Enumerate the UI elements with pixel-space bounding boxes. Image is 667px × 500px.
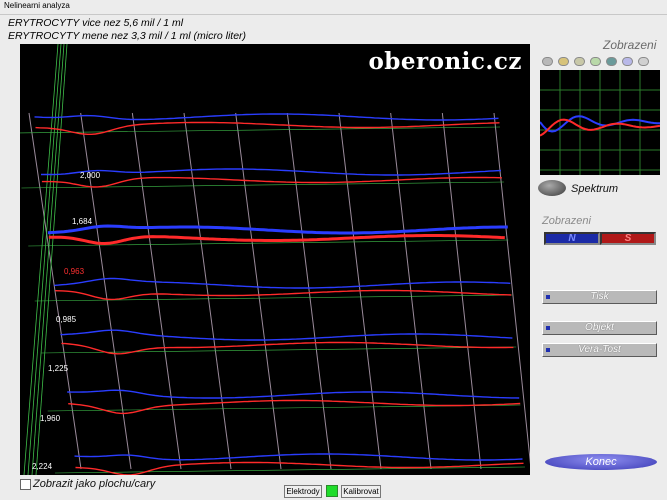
- view-mode-icon[interactable]: [638, 57, 649, 66]
- objekt-button[interactable]: Objekt: [542, 321, 657, 335]
- row-value-label: 0,985: [56, 315, 77, 324]
- tisk-label: Tisk: [590, 291, 609, 302]
- bullet-icon: [546, 326, 550, 330]
- axis-rail: [31, 44, 65, 475]
- info-line-high: ERYTROCYTY vice nez 5,6 mil / 1 ml: [8, 17, 184, 29]
- n-wave: [60, 329, 513, 341]
- elektrody-button[interactable]: Elektrody: [284, 485, 322, 498]
- status-indicator: [326, 485, 338, 497]
- bullet-icon: [546, 348, 550, 352]
- spektrum-label: Spektrum: [571, 183, 619, 195]
- n-wave: [47, 224, 508, 235]
- grid-line: [80, 112, 132, 470]
- row-grid-line: [20, 126, 501, 134]
- bullet-icon: [546, 295, 550, 299]
- row-value-label: 1,960: [40, 414, 61, 423]
- grid-line: [441, 112, 482, 470]
- window-title: Nelinearni analyza: [4, 1, 70, 10]
- row-value-label: 1,225: [48, 364, 69, 373]
- grid-line: [493, 112, 530, 465]
- mini-preview-canvas: [539, 70, 661, 175]
- vera-tost-label: Vera-Tost: [578, 344, 621, 355]
- tisk-button[interactable]: Tisk: [542, 290, 657, 304]
- wave-plot: 2,000 1,684 0,963 0,985 1,225 1,960 2,224 ober…: [20, 44, 530, 475]
- title-bar: Nelinearni analyza: [0, 0, 667, 15]
- view-mode-icon[interactable]: [590, 57, 601, 66]
- row-grid-line: [40, 346, 517, 354]
- n-wave: [74, 453, 523, 461]
- s-wave: [41, 176, 502, 188]
- s-toggle[interactable]: S: [600, 232, 656, 245]
- view-mode-icon[interactable]: [558, 57, 569, 66]
- n-wave: [41, 168, 502, 176]
- grid-line: [131, 112, 182, 470]
- s-wave: [48, 234, 505, 246]
- watermark-logo: oberonic.cz: [368, 48, 522, 75]
- wave-plot-canvas: 2,000 1,684 0,963 0,985 1,225 1,960 2,224: [20, 44, 530, 475]
- n-wave: [34, 113, 499, 121]
- view-mode-icon[interactable]: [606, 57, 617, 66]
- kalibrovat-button[interactable]: Kalibrovat: [341, 485, 381, 498]
- s-wave: [68, 399, 521, 415]
- n-wave: [67, 389, 520, 399]
- view-mode-icon[interactable]: [574, 57, 585, 66]
- grid-line: [286, 112, 332, 470]
- info-line-low: ERYTROCYTY mene nez 3,3 mil / 1 ml (micr…: [8, 30, 247, 42]
- row-grid-line: [54, 466, 526, 474]
- spektrum-button[interactable]: [538, 180, 566, 196]
- row-value-label: 1,684: [72, 217, 93, 226]
- grid-line: [183, 112, 232, 470]
- vera-tost-button[interactable]: Vera-Tost: [542, 343, 657, 357]
- display-label: Zobrazeni: [542, 215, 591, 227]
- surface-checkbox-label: Zobrazit jako plochu/cary: [33, 478, 156, 490]
- view-mode-icon[interactable]: [542, 57, 553, 66]
- konec-button[interactable]: Konec: [545, 454, 657, 470]
- row-value-label: 2,224: [32, 462, 53, 471]
- row-value-label: 0,963: [64, 267, 85, 276]
- n-wave: [54, 277, 511, 289]
- view-icon-row: [542, 57, 660, 67]
- n-toggle[interactable]: N: [544, 232, 600, 245]
- row-value-label: 2,000: [80, 171, 101, 180]
- panel-title: Zobrazeni: [603, 38, 657, 52]
- mini-preview: [539, 70, 661, 175]
- s-wave: [35, 121, 500, 135]
- axis-rail: [27, 44, 62, 475]
- objekt-label: Objekt: [585, 322, 614, 333]
- grid-line: [235, 112, 282, 470]
- view-mode-icon[interactable]: [622, 57, 633, 66]
- surface-checkbox[interactable]: [20, 479, 31, 490]
- s-wave: [75, 461, 524, 475]
